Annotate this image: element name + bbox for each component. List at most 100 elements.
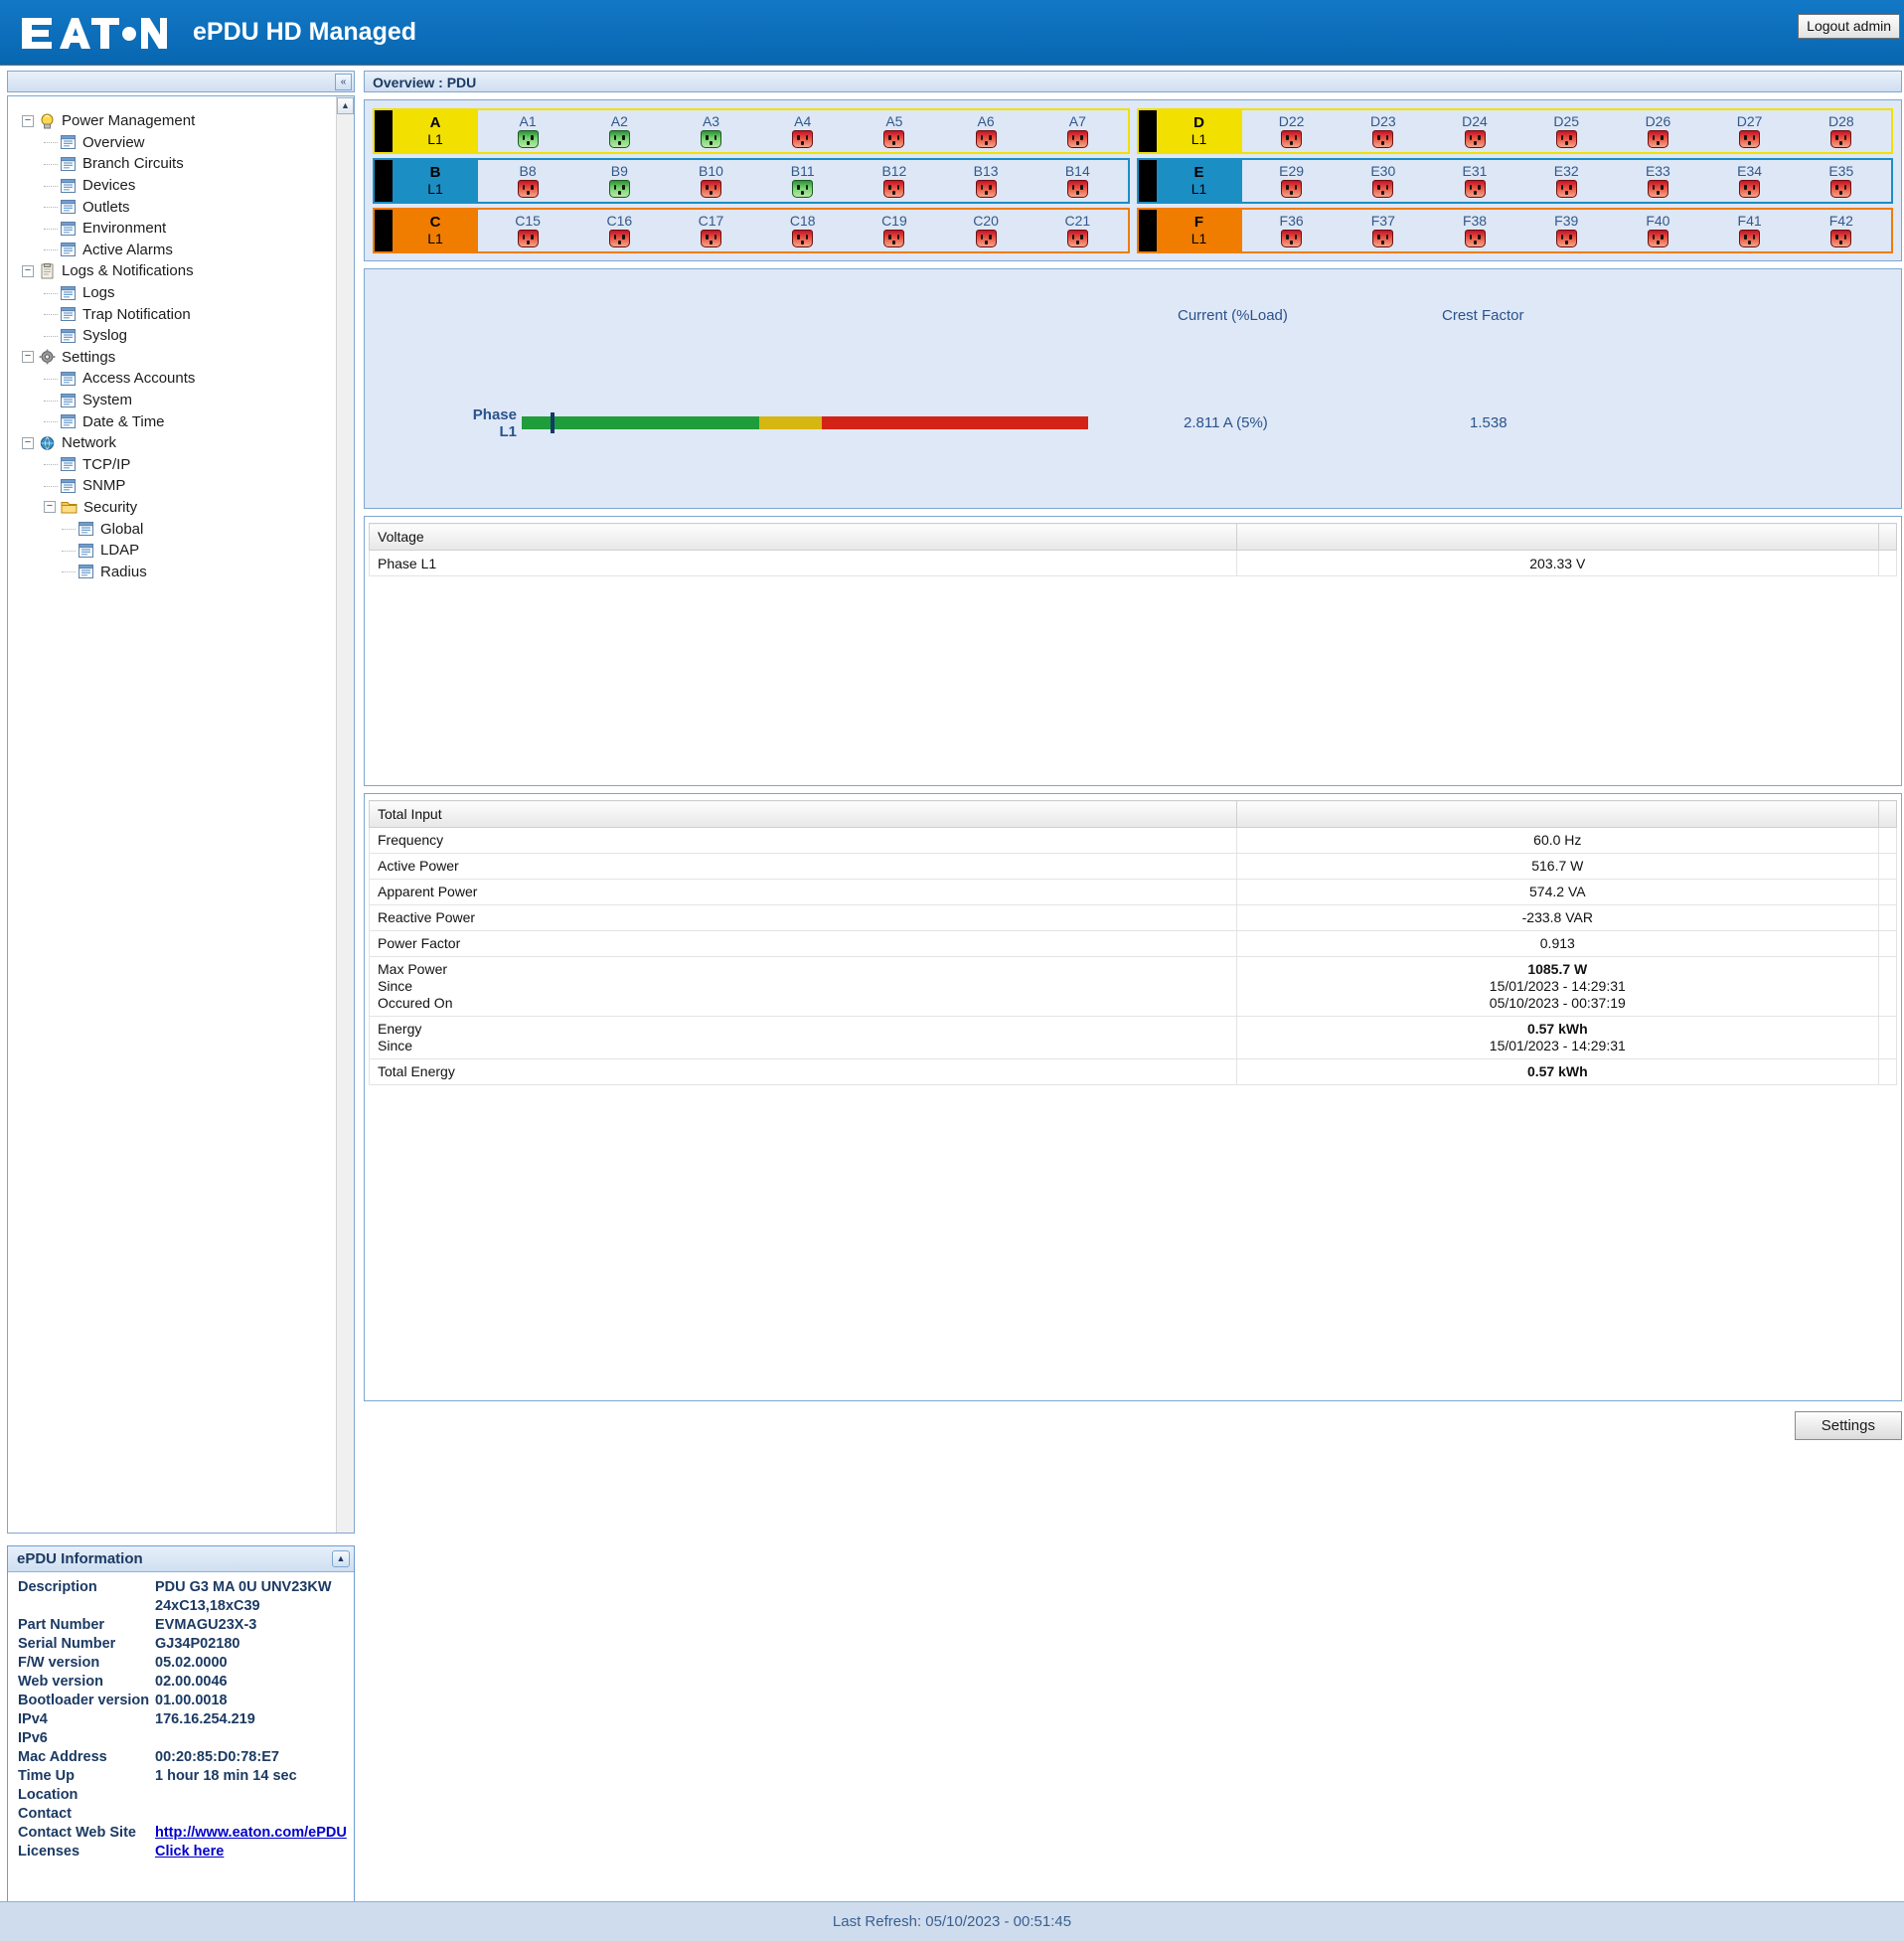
outlet-socket-off-icon[interactable] [1739, 130, 1760, 148]
outlet-b12[interactable]: B12 [867, 164, 922, 198]
sidebar-item-power-management[interactable]: −Power Management [22, 110, 354, 132]
outlet-socket-off-icon[interactable] [518, 230, 539, 247]
outlet-e29[interactable]: E29 [1264, 164, 1320, 198]
info-value[interactable]: Click here [155, 1843, 224, 1861]
outlet-b11[interactable]: B11 [775, 164, 831, 198]
outlet-c16[interactable]: C16 [591, 214, 647, 247]
outlet-socket-off-icon[interactable] [883, 130, 904, 148]
outlet-socket-off-icon[interactable] [883, 230, 904, 247]
outlet-d24[interactable]: D24 [1447, 114, 1503, 148]
outlet-socket-off-icon[interactable] [1830, 180, 1851, 198]
outlet-d23[interactable]: D23 [1355, 114, 1411, 148]
outlet-socket-off-icon[interactable] [1556, 130, 1577, 148]
sidebar-item-network[interactable]: −Network [22, 432, 354, 454]
outlet-socket-on-icon[interactable] [701, 130, 721, 148]
outlet-a5[interactable]: A5 [867, 114, 922, 148]
scroll-up-icon[interactable]: ▲ [337, 97, 354, 114]
outlet-socket-off-icon[interactable] [1372, 130, 1393, 148]
outlet-socket-off-icon[interactable] [518, 180, 539, 198]
outlet-socket-off-icon[interactable] [1830, 230, 1851, 247]
outlet-a4[interactable]: A4 [775, 114, 831, 148]
outlet-socket-off-icon[interactable] [1739, 180, 1760, 198]
tree-collapse-icon[interactable]: − [22, 437, 34, 449]
outlet-socket-off-icon[interactable] [1281, 230, 1302, 247]
sidebar-item-global[interactable]: Global [22, 518, 354, 540]
outlet-b13[interactable]: B13 [958, 164, 1014, 198]
sidebar-item-ldap[interactable]: LDAP [22, 540, 354, 562]
outlet-f41[interactable]: F41 [1722, 214, 1778, 247]
sidebar-item-snmp[interactable]: SNMP [22, 475, 354, 497]
outlet-c20[interactable]: C20 [958, 214, 1014, 247]
outlet-d25[interactable]: D25 [1538, 114, 1594, 148]
outlet-c19[interactable]: C19 [867, 214, 922, 247]
sidebar-item-access-accounts[interactable]: Access Accounts [22, 368, 354, 390]
sidebar-item-logs[interactable]: Logs [22, 282, 354, 304]
outlet-socket-off-icon[interactable] [1739, 230, 1760, 247]
tree-collapse-icon[interactable]: − [22, 351, 34, 363]
outlet-socket-off-icon[interactable] [1648, 130, 1668, 148]
outlet-socket-on-icon[interactable] [792, 180, 813, 198]
outlet-e30[interactable]: E30 [1355, 164, 1411, 198]
sidebar-item-security[interactable]: −Security [22, 497, 354, 519]
outlet-e32[interactable]: E32 [1538, 164, 1594, 198]
outlet-socket-off-icon[interactable] [976, 130, 997, 148]
outlet-a1[interactable]: A1 [500, 114, 555, 148]
sidebar-item-settings[interactable]: −Settings [22, 347, 354, 369]
outlet-socket-off-icon[interactable] [1830, 130, 1851, 148]
outlet-f42[interactable]: F42 [1814, 214, 1869, 247]
outlet-d28[interactable]: D28 [1814, 114, 1869, 148]
info-value[interactable]: http://www.eaton.com/ePDU [155, 1824, 347, 1843]
sidebar-collapse-icon[interactable]: « [335, 74, 352, 90]
outlet-e31[interactable]: E31 [1447, 164, 1503, 198]
outlet-d27[interactable]: D27 [1722, 114, 1778, 148]
outlet-socket-off-icon[interactable] [1648, 180, 1668, 198]
sidebar-item-syslog[interactable]: Syslog [22, 325, 354, 347]
logout-button[interactable]: Logout admin [1798, 14, 1900, 39]
outlet-f37[interactable]: F37 [1355, 214, 1411, 247]
outlet-socket-off-icon[interactable] [1281, 130, 1302, 148]
outlet-socket-off-icon[interactable] [792, 230, 813, 247]
tree-collapse-icon[interactable]: − [22, 265, 34, 277]
settings-button[interactable]: Settings [1795, 1411, 1902, 1440]
outlet-b10[interactable]: B10 [684, 164, 739, 198]
outlet-b14[interactable]: B14 [1049, 164, 1105, 198]
outlet-socket-off-icon[interactable] [792, 130, 813, 148]
outlet-a6[interactable]: A6 [958, 114, 1014, 148]
outlet-a7[interactable]: A7 [1049, 114, 1105, 148]
sidebar-item-outlets[interactable]: Outlets [22, 196, 354, 218]
tree-collapse-icon[interactable]: − [22, 115, 34, 127]
outlet-socket-off-icon[interactable] [609, 230, 630, 247]
sidebar-item-active-alarms[interactable]: Active Alarms [22, 240, 354, 261]
outlet-socket-off-icon[interactable] [1556, 230, 1577, 247]
panel-collapse-icon[interactable]: ▲ [332, 1550, 350, 1567]
outlet-a2[interactable]: A2 [591, 114, 647, 148]
outlet-socket-off-icon[interactable] [976, 180, 997, 198]
sidebar-item-tcp-ip[interactable]: TCP/IP [22, 454, 354, 476]
sidebar-item-date-time[interactable]: Date & Time [22, 410, 354, 432]
outlet-socket-off-icon[interactable] [976, 230, 997, 247]
sidebar-item-devices[interactable]: Devices [22, 175, 354, 197]
outlet-f40[interactable]: F40 [1630, 214, 1685, 247]
sidebar-item-radius[interactable]: Radius [22, 561, 354, 582]
outlet-socket-off-icon[interactable] [1067, 130, 1088, 148]
outlet-socket-off-icon[interactable] [701, 230, 721, 247]
outlet-socket-off-icon[interactable] [1067, 180, 1088, 198]
outlet-e35[interactable]: E35 [1814, 164, 1869, 198]
sidebar-item-environment[interactable]: Environment [22, 218, 354, 240]
tree-collapse-icon[interactable]: − [44, 501, 56, 513]
outlet-f39[interactable]: F39 [1538, 214, 1594, 247]
outlet-socket-off-icon[interactable] [1372, 180, 1393, 198]
outlet-d26[interactable]: D26 [1630, 114, 1685, 148]
outlet-c18[interactable]: C18 [775, 214, 831, 247]
outlet-f36[interactable]: F36 [1264, 214, 1320, 247]
info-value-link[interactable]: Click here [155, 1844, 224, 1860]
sidebar-item-trap-notification[interactable]: Trap Notification [22, 303, 354, 325]
outlet-socket-off-icon[interactable] [1465, 230, 1486, 247]
outlet-socket-off-icon[interactable] [883, 180, 904, 198]
outlet-socket-off-icon[interactable] [1465, 180, 1486, 198]
outlet-socket-off-icon[interactable] [1465, 130, 1486, 148]
outlet-socket-off-icon[interactable] [1067, 230, 1088, 247]
outlet-a3[interactable]: A3 [684, 114, 739, 148]
outlet-c17[interactable]: C17 [684, 214, 739, 247]
sidebar-item-branch-circuits[interactable]: Branch Circuits [22, 153, 354, 175]
